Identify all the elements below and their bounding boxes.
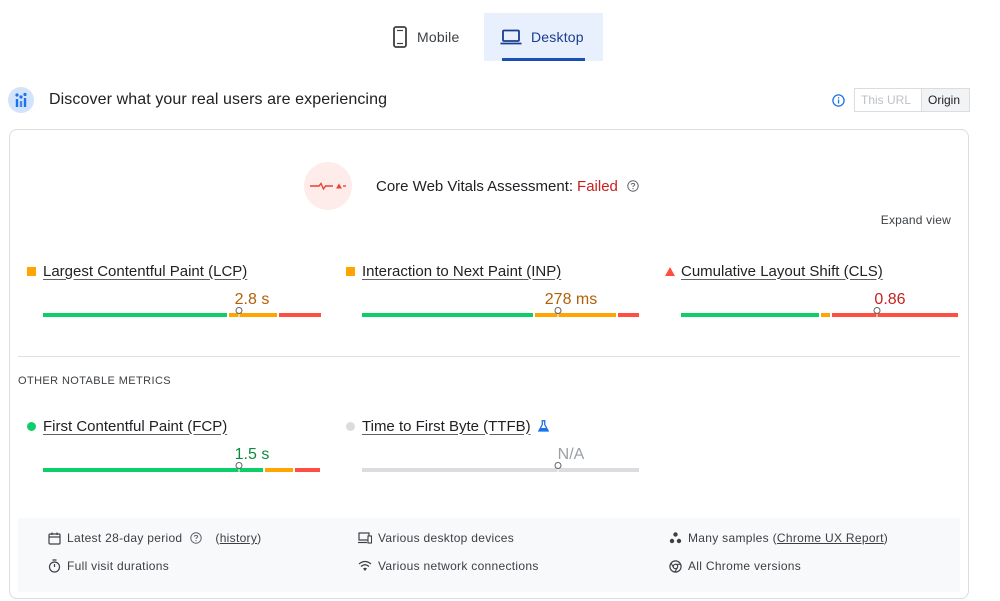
devices-icon bbox=[358, 532, 372, 544]
distribution-segment bbox=[821, 313, 830, 317]
metric-cls-value: 0.86 bbox=[874, 291, 906, 308]
distribution-segment bbox=[295, 468, 320, 472]
metric-cls-distribution bbox=[681, 307, 958, 317]
device-tabs: Mobile Desktop bbox=[376, 13, 603, 61]
chrome-label: All Chrome versions bbox=[688, 559, 802, 573]
p75-marker bbox=[554, 462, 562, 469]
p75-marker bbox=[235, 462, 243, 469]
metric-lcp-distribution bbox=[43, 307, 321, 317]
metric-lcp: Largest Contentful Paint (LCP) 2.8 s bbox=[27, 261, 321, 317]
p75-marker bbox=[873, 307, 881, 314]
metric-inp-distribution bbox=[362, 307, 639, 317]
experimental-flask-icon bbox=[537, 420, 549, 432]
needs-improvement-square-icon bbox=[346, 266, 362, 276]
section-divider bbox=[18, 356, 960, 357]
chrome-icon bbox=[669, 559, 682, 573]
chrome-info: All Chrome versions bbox=[669, 559, 801, 573]
metric-inp-value: 278 ms bbox=[544, 291, 598, 308]
stopwatch-icon bbox=[48, 559, 61, 573]
distribution-segment bbox=[279, 313, 321, 317]
distribution-segment bbox=[265, 468, 293, 472]
metric-inp: Interaction to Next Paint (INP) 278 ms bbox=[346, 261, 639, 317]
tab-mobile[interactable]: Mobile bbox=[376, 13, 484, 61]
poor-triangle-icon bbox=[665, 266, 681, 276]
distribution-segment bbox=[43, 313, 227, 317]
metric-cls: Cumulative Layout Shift (CLS) 0.86 bbox=[665, 261, 958, 317]
header-controls: This URL Origin bbox=[832, 88, 970, 112]
samples-prefix: Many samples ( bbox=[688, 531, 777, 545]
cwv-assessment: Core Web Vitals Assessment: Failed bbox=[304, 162, 639, 210]
field-data-header: Discover what your real users are experi… bbox=[8, 85, 970, 115]
metric-ttfb-link[interactable]: Time to First Byte (TTFB) bbox=[362, 418, 531, 435]
period-label: Latest 28-day period bbox=[67, 531, 183, 545]
expand-view-button[interactable]: Expand view bbox=[881, 213, 951, 227]
metric-cls-link[interactable]: Cumulative Layout Shift (CLS) bbox=[681, 263, 883, 280]
metric-fcp: First Contentful Paint (FCP) 1.5 s bbox=[27, 416, 320, 472]
p75-marker bbox=[554, 307, 562, 314]
info-icon[interactable] bbox=[832, 93, 845, 107]
metric-ttfb-value: N/A bbox=[557, 446, 585, 463]
help-icon[interactable] bbox=[627, 180, 639, 192]
other-metrics-heading: OTHER NOTABLE METRICS bbox=[18, 375, 172, 387]
chrome-ux-report-link[interactable]: Chrome UX Report bbox=[777, 531, 884, 545]
tab-desktop[interactable]: Desktop bbox=[484, 13, 603, 61]
assessment-title: Core Web Vitals Assessment: bbox=[376, 177, 574, 195]
metric-fcp-distribution bbox=[43, 462, 320, 472]
help-icon[interactable] bbox=[190, 532, 208, 544]
needs-improvement-square-icon bbox=[27, 266, 43, 276]
phone-icon bbox=[393, 26, 407, 48]
tab-desktop-label: Desktop bbox=[531, 29, 584, 45]
this-url-button[interactable]: This URL bbox=[855, 89, 922, 111]
connections-info: Various network connections bbox=[358, 559, 539, 573]
wifi-icon bbox=[358, 560, 372, 571]
field-data-card: Core Web Vitals Assessment: Failed Expand… bbox=[9, 129, 969, 599]
good-circle-icon bbox=[27, 421, 43, 431]
distribution-segment bbox=[618, 313, 639, 317]
period-info: Latest 28-day period (history) bbox=[48, 531, 261, 545]
durations-label: Full visit durations bbox=[67, 559, 170, 573]
metric-ttfb: Time to First Byte (TTFB) N/A bbox=[346, 416, 639, 472]
metric-fcp-link[interactable]: First Contentful Paint (FCP) bbox=[43, 418, 227, 435]
devices-label: Various desktop devices bbox=[378, 531, 515, 545]
laptop-icon bbox=[500, 29, 522, 45]
history-close-paren: ) bbox=[257, 531, 262, 545]
devices-info: Various desktop devices bbox=[358, 531, 514, 545]
distribution-segment bbox=[832, 313, 958, 317]
users-icon bbox=[669, 531, 682, 543]
distribution-segment bbox=[43, 468, 263, 472]
distribution-segment bbox=[362, 313, 533, 317]
origin-button[interactable]: Origin bbox=[922, 89, 969, 111]
calendar-icon bbox=[48, 532, 61, 545]
distribution-segment bbox=[535, 313, 616, 317]
metric-ttfb-distribution bbox=[362, 462, 639, 472]
page-title: Discover what your real users are experi… bbox=[49, 91, 388, 108]
no-data-circle-icon bbox=[346, 421, 362, 431]
distribution-segment bbox=[229, 313, 277, 317]
assessment-status: Failed bbox=[577, 177, 618, 195]
metric-lcp-link[interactable]: Largest Contentful Paint (LCP) bbox=[43, 263, 247, 280]
failed-pulse-icon bbox=[304, 162, 352, 210]
tab-mobile-label: Mobile bbox=[417, 29, 460, 45]
connections-label: Various network connections bbox=[378, 559, 539, 573]
assessment-label: Core Web Vitals Assessment: Failed bbox=[376, 178, 618, 195]
p75-marker bbox=[235, 307, 243, 314]
durations-info: Full visit durations bbox=[48, 559, 169, 573]
url-origin-toggle: This URL Origin bbox=[854, 88, 970, 112]
samples-info: Many samples (Chrome UX Report) bbox=[669, 531, 888, 545]
history-link[interactable]: history bbox=[220, 531, 257, 545]
samples-suffix: ) bbox=[883, 531, 889, 545]
metric-inp-link[interactable]: Interaction to Next Paint (INP) bbox=[362, 263, 561, 280]
data-source-footer: Latest 28-day period (history) Full visi… bbox=[18, 518, 960, 592]
distribution-segment bbox=[362, 468, 639, 472]
distribution-segment bbox=[681, 313, 819, 317]
users-chart-icon bbox=[8, 87, 34, 113]
